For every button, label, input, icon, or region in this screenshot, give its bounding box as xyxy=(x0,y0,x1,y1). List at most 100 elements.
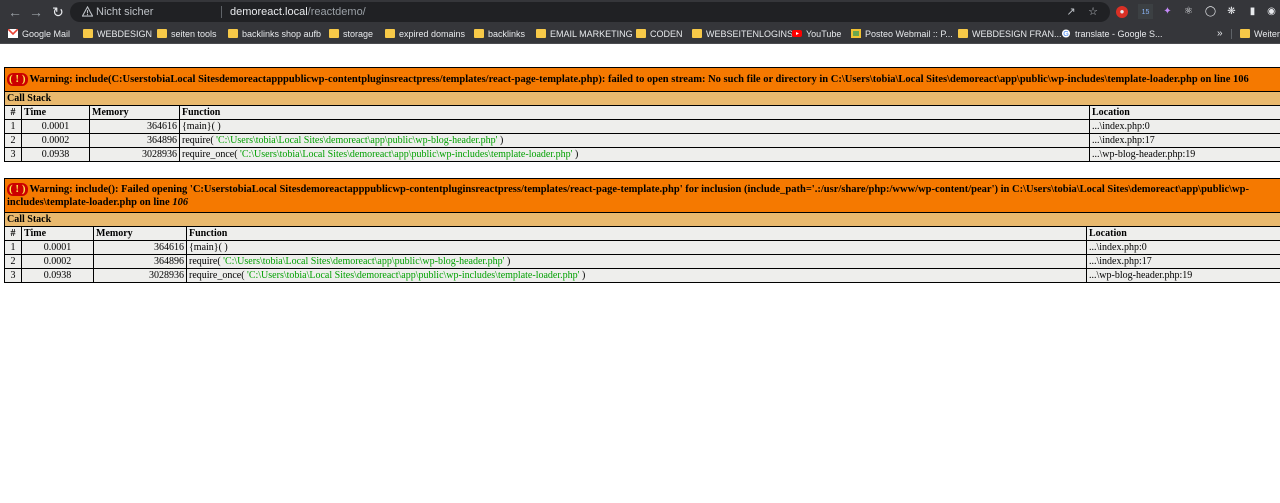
row-location: ...\index.php:0 xyxy=(1088,119,1280,134)
row-num: 2 xyxy=(4,133,22,148)
warning-text: Warning: include(): Failed opening 'C:Us… xyxy=(7,183,1249,208)
row-function: require_once( 'C:\Users\tobia\Local Site… xyxy=(179,147,1090,162)
table-row: 3 0.0938 3028936 require_once( 'C:\Users… xyxy=(4,147,1280,162)
folder-icon xyxy=(1240,29,1250,38)
extension-shield-icon[interactable]: ● xyxy=(1116,6,1128,18)
bookmark-seiten-tools[interactable]: seiten tools xyxy=(157,27,217,41)
row-time: 0.0938 xyxy=(21,268,94,283)
page-content: ( ! ) Warning: include(C:UserstobiaLocal … xyxy=(0,45,1280,503)
posteo-icon xyxy=(851,29,861,38)
bookmark-webdesign-fran[interactable]: WEBDESIGN FRAN... xyxy=(958,27,1062,41)
url-host: demoreact.local xyxy=(230,6,308,18)
row-time: 0.0001 xyxy=(21,240,94,255)
function-arg: 'C:\Users\tobia\Local Sites\demoreact\ap… xyxy=(223,256,505,267)
line-number: 106 xyxy=(172,196,189,208)
extensions-puzzle-icon[interactable]: ❋ xyxy=(1224,4,1239,19)
warning-text: Warning: include(C:UserstobiaLocal Sites… xyxy=(29,74,1249,85)
col-function: Function xyxy=(186,226,1087,241)
row-location: ...\index.php:17 xyxy=(1085,254,1280,269)
table-row: 3 0.0938 3028936 require_once( 'C:\Users… xyxy=(4,268,1280,283)
share-icon[interactable]: ↗ xyxy=(1064,5,1078,19)
extension-react-icon[interactable]: ⚛ xyxy=(1181,4,1196,19)
folder-icon xyxy=(474,29,484,38)
bookmark-storage[interactable]: storage xyxy=(329,27,373,41)
row-num: 1 xyxy=(4,119,22,134)
bookmark-youtube[interactable]: YouTube xyxy=(792,27,841,41)
warning-header-row: ( ! ) Warning: include(C:UserstobiaLocal … xyxy=(3,67,1280,92)
bookmark-backlinks[interactable]: backlinks xyxy=(474,27,525,41)
row-memory: 364616 xyxy=(93,240,187,255)
col-memory: Memory xyxy=(89,105,180,120)
bookmark-coden[interactable]: CODEN xyxy=(636,27,683,41)
row-time: 0.0002 xyxy=(21,254,94,269)
address-bar[interactable]: Nicht sicher demoreact.local/reactdemo/ … xyxy=(70,2,1110,22)
call-stack-columns: # Time Memory Function Location xyxy=(4,226,1280,241)
browser-toolbar: ← → ↻ Nicht sicher demoreact.local/react… xyxy=(0,0,1280,24)
bookmarks-bar: Google Mail WEBDESIGN seiten tools backl… xyxy=(0,24,1280,44)
row-time: 0.0002 xyxy=(21,133,90,148)
row-function: require( 'C:\Users\tobia\Local Sites\dem… xyxy=(179,133,1090,148)
col-location: Location xyxy=(1085,226,1280,241)
row-num: 2 xyxy=(4,254,22,269)
url-path: /reactdemo/ xyxy=(307,6,366,18)
row-memory: 364896 xyxy=(89,133,180,148)
bookmark-translate[interactable]: G translate - Google S... xyxy=(1061,27,1163,41)
bookmark-posteo[interactable]: Posteo Webmail :: P... xyxy=(851,27,953,41)
col-num: # xyxy=(4,105,22,120)
bookmarks-divider xyxy=(1231,29,1232,39)
call-stack-label: Call Stack xyxy=(3,91,1280,106)
table-row: 2 0.0002 364896 require( 'C:\Users\tobia… xyxy=(4,133,1280,148)
call-stack-label: Call Stack xyxy=(3,212,1280,227)
google-icon: G xyxy=(1061,29,1071,38)
folder-icon xyxy=(329,29,339,38)
profile-avatar-icon[interactable]: ◉ xyxy=(1264,4,1279,19)
extension-calendar-icon[interactable]: 15 xyxy=(1138,4,1153,19)
col-time: Time xyxy=(21,105,90,120)
extension-badge: 15 xyxy=(1141,9,1150,16)
table-row: 2 0.0002 364896 require( 'C:\Users\tobia… xyxy=(4,254,1280,269)
col-num: # xyxy=(4,226,22,241)
error-icon: ( ! ) xyxy=(7,182,28,196)
row-function: require( 'C:\Users\tobia\Local Sites\dem… xyxy=(186,254,1087,269)
row-function: {main}( ) xyxy=(186,240,1087,255)
warning-message: ( ! ) Warning: include(C:UserstobiaLocal … xyxy=(3,67,1280,92)
call-stack-heading-row: Call Stack xyxy=(3,212,1280,227)
svg-text:G: G xyxy=(1063,29,1069,38)
bookmark-google-mail[interactable]: Google Mail xyxy=(8,27,70,41)
reload-icon[interactable]: ↻ xyxy=(49,3,67,21)
bookmark-backlinks-shop[interactable]: backlinks shop aufb xyxy=(228,27,321,41)
folder-icon xyxy=(83,29,93,38)
bookmark-weitere[interactable]: Weiter xyxy=(1240,27,1280,41)
youtube-icon xyxy=(792,30,802,37)
error-icon: ( ! ) xyxy=(7,73,28,86)
folder-icon xyxy=(636,29,646,38)
row-time: 0.0001 xyxy=(21,119,90,134)
folder-icon xyxy=(157,29,167,38)
bookmark-star-icon[interactable]: ☆ xyxy=(1086,5,1100,19)
security-label[interactable]: Nicht sicher xyxy=(96,5,153,19)
row-memory: 3028936 xyxy=(89,147,180,162)
extension-bulb-icon[interactable]: ◯ xyxy=(1203,4,1218,19)
bookmark-webseitenlogins[interactable]: WEBSEITENLOGINS xyxy=(692,27,793,41)
row-num: 3 xyxy=(4,268,22,283)
bookmark-email-marketing[interactable]: EMAIL MARKETING xyxy=(536,27,633,41)
row-location: ...\wp-blog-header.php:19 xyxy=(1088,147,1280,162)
bookmark-webdesign[interactable]: WEBDESIGN xyxy=(83,27,152,41)
row-memory: 364616 xyxy=(89,119,180,134)
folder-icon xyxy=(536,29,546,38)
call-stack-columns: # Time Memory Function Location xyxy=(4,105,1280,120)
sidepanel-icon[interactable]: ▮ xyxy=(1245,4,1260,19)
back-arrow-icon[interactable]: ← xyxy=(6,3,24,21)
xdebug-error-table: ( ! ) Warning: include(): Failed opening … xyxy=(3,178,1280,283)
extension-feather-icon[interactable]: ✦ xyxy=(1160,4,1175,19)
bookmark-expired-domains[interactable]: expired domains xyxy=(385,27,465,41)
forward-arrow-icon[interactable]: → xyxy=(27,3,45,21)
url-text[interactable]: demoreact.local/reactdemo/ xyxy=(230,5,366,19)
row-function: require_once( 'C:\Users\tobia\Local Site… xyxy=(186,268,1087,283)
folder-icon xyxy=(958,29,968,38)
bookmarks-overflow-chevron[interactable]: » xyxy=(1217,27,1223,41)
row-location: ...\index.php:17 xyxy=(1088,133,1280,148)
warning-triangle-icon[interactable] xyxy=(82,6,93,17)
omnibox-divider xyxy=(221,6,222,18)
function-arg: 'C:\Users\tobia\Local Sites\demoreact\ap… xyxy=(240,149,573,160)
